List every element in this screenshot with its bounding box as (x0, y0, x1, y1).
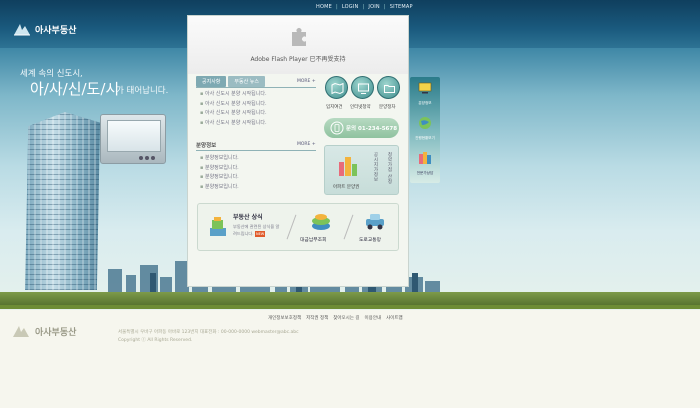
location-button-label: 입지여건 (326, 105, 343, 110)
globe-icon (419, 117, 431, 129)
footer-link-copyright[interactable]: 저작권 정책 (306, 315, 328, 321)
nav-separator: | (335, 4, 338, 10)
contact-phone-number: 문의 01-234-5678 (346, 126, 398, 132)
notice-more-link[interactable]: MORE + (297, 79, 316, 84)
internet-subscription-button[interactable] (351, 76, 374, 99)
quick-menu-label: 진행현황보기 (415, 136, 435, 140)
subscription-score-link[interactable]: 청약가점 산정 (386, 152, 392, 184)
nav-separator: | (383, 4, 386, 10)
footer-link-privacy[interactable]: 개인정보보호정책 (268, 315, 301, 321)
internet-subscription-label: 인터넷청약 (350, 105, 371, 110)
nav-home[interactable]: HOME (316, 4, 332, 10)
apartment-sale-label: 아파트 분양권 (333, 185, 360, 190)
loan-payment-link[interactable]: 대금납부조회 (300, 236, 326, 243)
quick-menu-item-consult[interactable]: 전문가상담 (410, 147, 440, 181)
phone-icon (330, 121, 344, 135)
quick-menu-item-progress[interactable]: 진행현황보기 (410, 112, 440, 146)
quick-menu: 분양정보 진행현황보기 전문가상담 (410, 77, 440, 183)
nav-join[interactable]: JOIN (368, 4, 379, 10)
notice-tabs: 공지사항 부동산 뉴스 (196, 76, 265, 87)
divider (286, 214, 297, 240)
quick-menu-item-sale-info[interactable]: 분양정보 (410, 77, 440, 111)
top-nav: HOME | LOGIN | JOIN | SITEMAP (316, 4, 413, 10)
footer-logo-text: 아사부동산 (35, 327, 77, 338)
map-icon (331, 82, 344, 95)
promo-monitor-screen (107, 120, 161, 152)
folder-icon (384, 85, 395, 93)
car-icon (366, 214, 384, 230)
land-price-link[interactable]: 공시지가정보 (372, 152, 378, 182)
books-icon (210, 217, 226, 236)
notice-item[interactable]: 아사 신도시 분양 시작됩니다. (200, 109, 267, 119)
footer-link-guide[interactable]: 이용안내 (365, 315, 382, 321)
notice-divider (196, 87, 316, 88)
sale-info-item[interactable]: 분양정보입니다. (200, 164, 239, 174)
new-badge: NEW (254, 230, 266, 237)
notice-list: 아사 신도시 분양 시작됩니다. 아사 신도시 분양 시작됩니다. 아사 신도시… (200, 90, 267, 128)
sale-info-title: 분양정보 (196, 143, 217, 149)
hero-slogan-line2: 아/사/신/도/시 (30, 80, 120, 98)
footer-link-sitemap[interactable]: 사이트맵 (386, 315, 403, 321)
books-icon (419, 152, 431, 164)
footer-link-directions[interactable]: 찾아오시는 길 (333, 315, 359, 321)
screen-icon (418, 82, 432, 94)
notice-item[interactable]: 아사 신도시 분양 시작됩니다. (200, 90, 267, 100)
sale-status-label: 분양정차 (379, 105, 396, 110)
realestate-info-box: 부동산 상식 부동산에 관련된 상식을 알려드립니다. NEW 대금납부조회 도… (197, 203, 399, 251)
nav-login[interactable]: LOGIN (342, 4, 359, 10)
promo-monitor-controls (139, 156, 155, 160)
sale-info-divider (196, 150, 316, 151)
contact-phone-banner[interactable]: 문의 01-234-5678 (324, 118, 399, 138)
quick-menu-label: 전문가상담 (416, 171, 434, 175)
logo-mark-icon (14, 24, 30, 36)
sale-info-list: 분양정보입니다. 분양정보입니다. 분양정보입니다. 분양정보입니다. (200, 154, 239, 192)
sale-status-button[interactable] (377, 76, 400, 99)
road-network-link[interactable]: 도로교통망 (359, 236, 381, 243)
tab-notice[interactable]: 공지사항 (196, 76, 227, 87)
apartment-bars-icon (339, 157, 357, 176)
divider (343, 214, 354, 240)
flash-unsupported-message: Adobe Flash Player 已不再受支持 (250, 56, 346, 63)
grass-line (0, 305, 700, 309)
monitor-icon (358, 83, 369, 94)
quick-menu-label: 분양정보 (418, 101, 432, 105)
notice-item[interactable]: 아사 신도시 분양 시작됩니다. (200, 119, 267, 129)
footer-logo: 아사부동산 (10, 323, 76, 339)
footer-copyright: Copyright ⓒ All Rights Reserved. (118, 338, 193, 343)
tab-news[interactable]: 부동산 뉴스 (228, 76, 265, 87)
nav-separator: | (362, 4, 365, 10)
sale-info-item[interactable]: 분양정보입니다. (200, 154, 239, 164)
footer-links: 개인정보보호정책 저작권 정책 찾아오시는 길 이용안내 사이트맵 (268, 315, 403, 321)
flash-placeholder: Adobe Flash Player 已不再受支持 (188, 16, 408, 74)
promo-monitor-image (100, 114, 166, 164)
notice-item[interactable]: 아사 신도시 분양 시작됩니다. (200, 100, 267, 110)
footer-address: 서울특별시 우바구 아파동 아바로 123번지 대표전화 : 00-000-00… (118, 330, 299, 335)
location-button[interactable] (325, 76, 348, 99)
site-logo[interactable]: 아사부동산 (12, 21, 76, 37)
nav-sitemap[interactable]: SITEMAP (390, 4, 413, 10)
realestate-description: 부동산에 관련된 상식을 알려드립니다. NEW (233, 224, 280, 237)
puzzle-plugin-icon (292, 28, 306, 46)
sale-info-item[interactable]: 분양정보입니다. (200, 183, 239, 193)
sale-info-more-link[interactable]: MORE + (297, 142, 316, 147)
logo-text: 아사부동산 (35, 25, 77, 36)
realestate-title: 부동산 상식 (233, 214, 263, 221)
sale-info-item[interactable]: 분양정보입니다. (200, 173, 239, 183)
hero-slogan-line3: 가 태어납니다. (116, 86, 169, 96)
logo-mark-icon (13, 326, 29, 337)
coin-stack-icon (312, 214, 330, 230)
